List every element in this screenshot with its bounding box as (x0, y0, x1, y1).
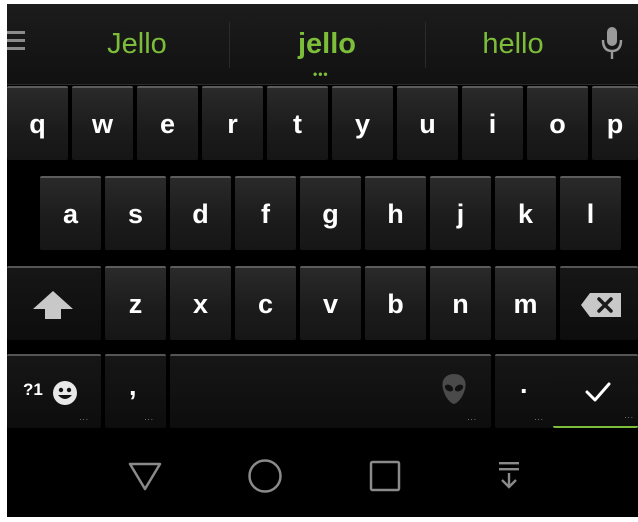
key-f[interactable]: f (235, 176, 296, 250)
alien-icon (442, 374, 466, 404)
key-t[interactable]: t (267, 86, 328, 160)
suggestion-center[interactable]: jello (229, 26, 425, 62)
key-s[interactable]: s (105, 176, 166, 250)
suggestion-strip: Jello jello ••• hello (7, 4, 638, 85)
key-o[interactable]: o (527, 86, 588, 160)
more-suggestions-indicator[interactable]: ••• (313, 67, 329, 81)
symbols-emoji-key[interactable]: ?1 ... (7, 354, 101, 428)
key-b[interactable]: b (365, 266, 426, 340)
key-h[interactable]: h (365, 176, 426, 250)
key-d[interactable]: d (170, 176, 231, 250)
key-p[interactable]: p (592, 86, 638, 160)
key-z[interactable]: z (105, 266, 166, 340)
key-u[interactable]: u (397, 86, 458, 160)
key-i[interactable]: i (462, 86, 523, 160)
keyboard: Jello jello ••• hello q w e r t y u i o … (7, 4, 638, 517)
key-v[interactable]: v (300, 266, 361, 340)
space-key[interactable]: ... (170, 354, 491, 428)
key-a[interactable]: a (40, 176, 101, 250)
mic-icon[interactable] (600, 26, 624, 62)
key-n[interactable]: n (430, 266, 491, 340)
hide-keyboard-icon[interactable] (498, 460, 520, 492)
recents-icon[interactable] (369, 460, 401, 492)
shift-key[interactable] (7, 266, 101, 340)
comma-label: , (129, 371, 137, 401)
period-key[interactable]: . ... (495, 354, 556, 428)
shift-icon (33, 291, 73, 319)
navigation-bar (7, 436, 638, 517)
checkmark-icon (585, 382, 611, 402)
key-g[interactable]: g (300, 176, 361, 250)
backspace-key[interactable] (560, 266, 638, 340)
key-l[interactable]: l (560, 176, 621, 250)
emoji-icon (53, 381, 77, 405)
key-m[interactable]: m (495, 266, 556, 340)
comma-key[interactable]: , ... (105, 354, 166, 428)
suggestion-right[interactable]: hello (425, 26, 601, 62)
key-w[interactable]: w (72, 86, 133, 160)
screen: Jello jello ••• hello q w e r t y u i o … (0, 0, 638, 522)
key-r[interactable]: r (202, 86, 263, 160)
backspace-icon (581, 293, 621, 317)
key-y[interactable]: y (332, 86, 393, 160)
enter-key[interactable]: ... (553, 354, 638, 428)
key-e[interactable]: e (137, 86, 198, 160)
period-label: . (520, 369, 528, 399)
key-q[interactable]: q (7, 86, 68, 160)
key-k[interactable]: k (495, 176, 556, 250)
key-x[interactable]: x (170, 266, 231, 340)
key-j[interactable]: j (430, 176, 491, 250)
symbols-label: ?1 (23, 380, 43, 399)
menu-icon[interactable] (7, 31, 25, 53)
home-icon[interactable] (247, 458, 283, 494)
suggestion-left[interactable]: Jello (47, 26, 227, 62)
key-c[interactable]: c (235, 266, 296, 340)
back-icon[interactable] (128, 461, 162, 491)
